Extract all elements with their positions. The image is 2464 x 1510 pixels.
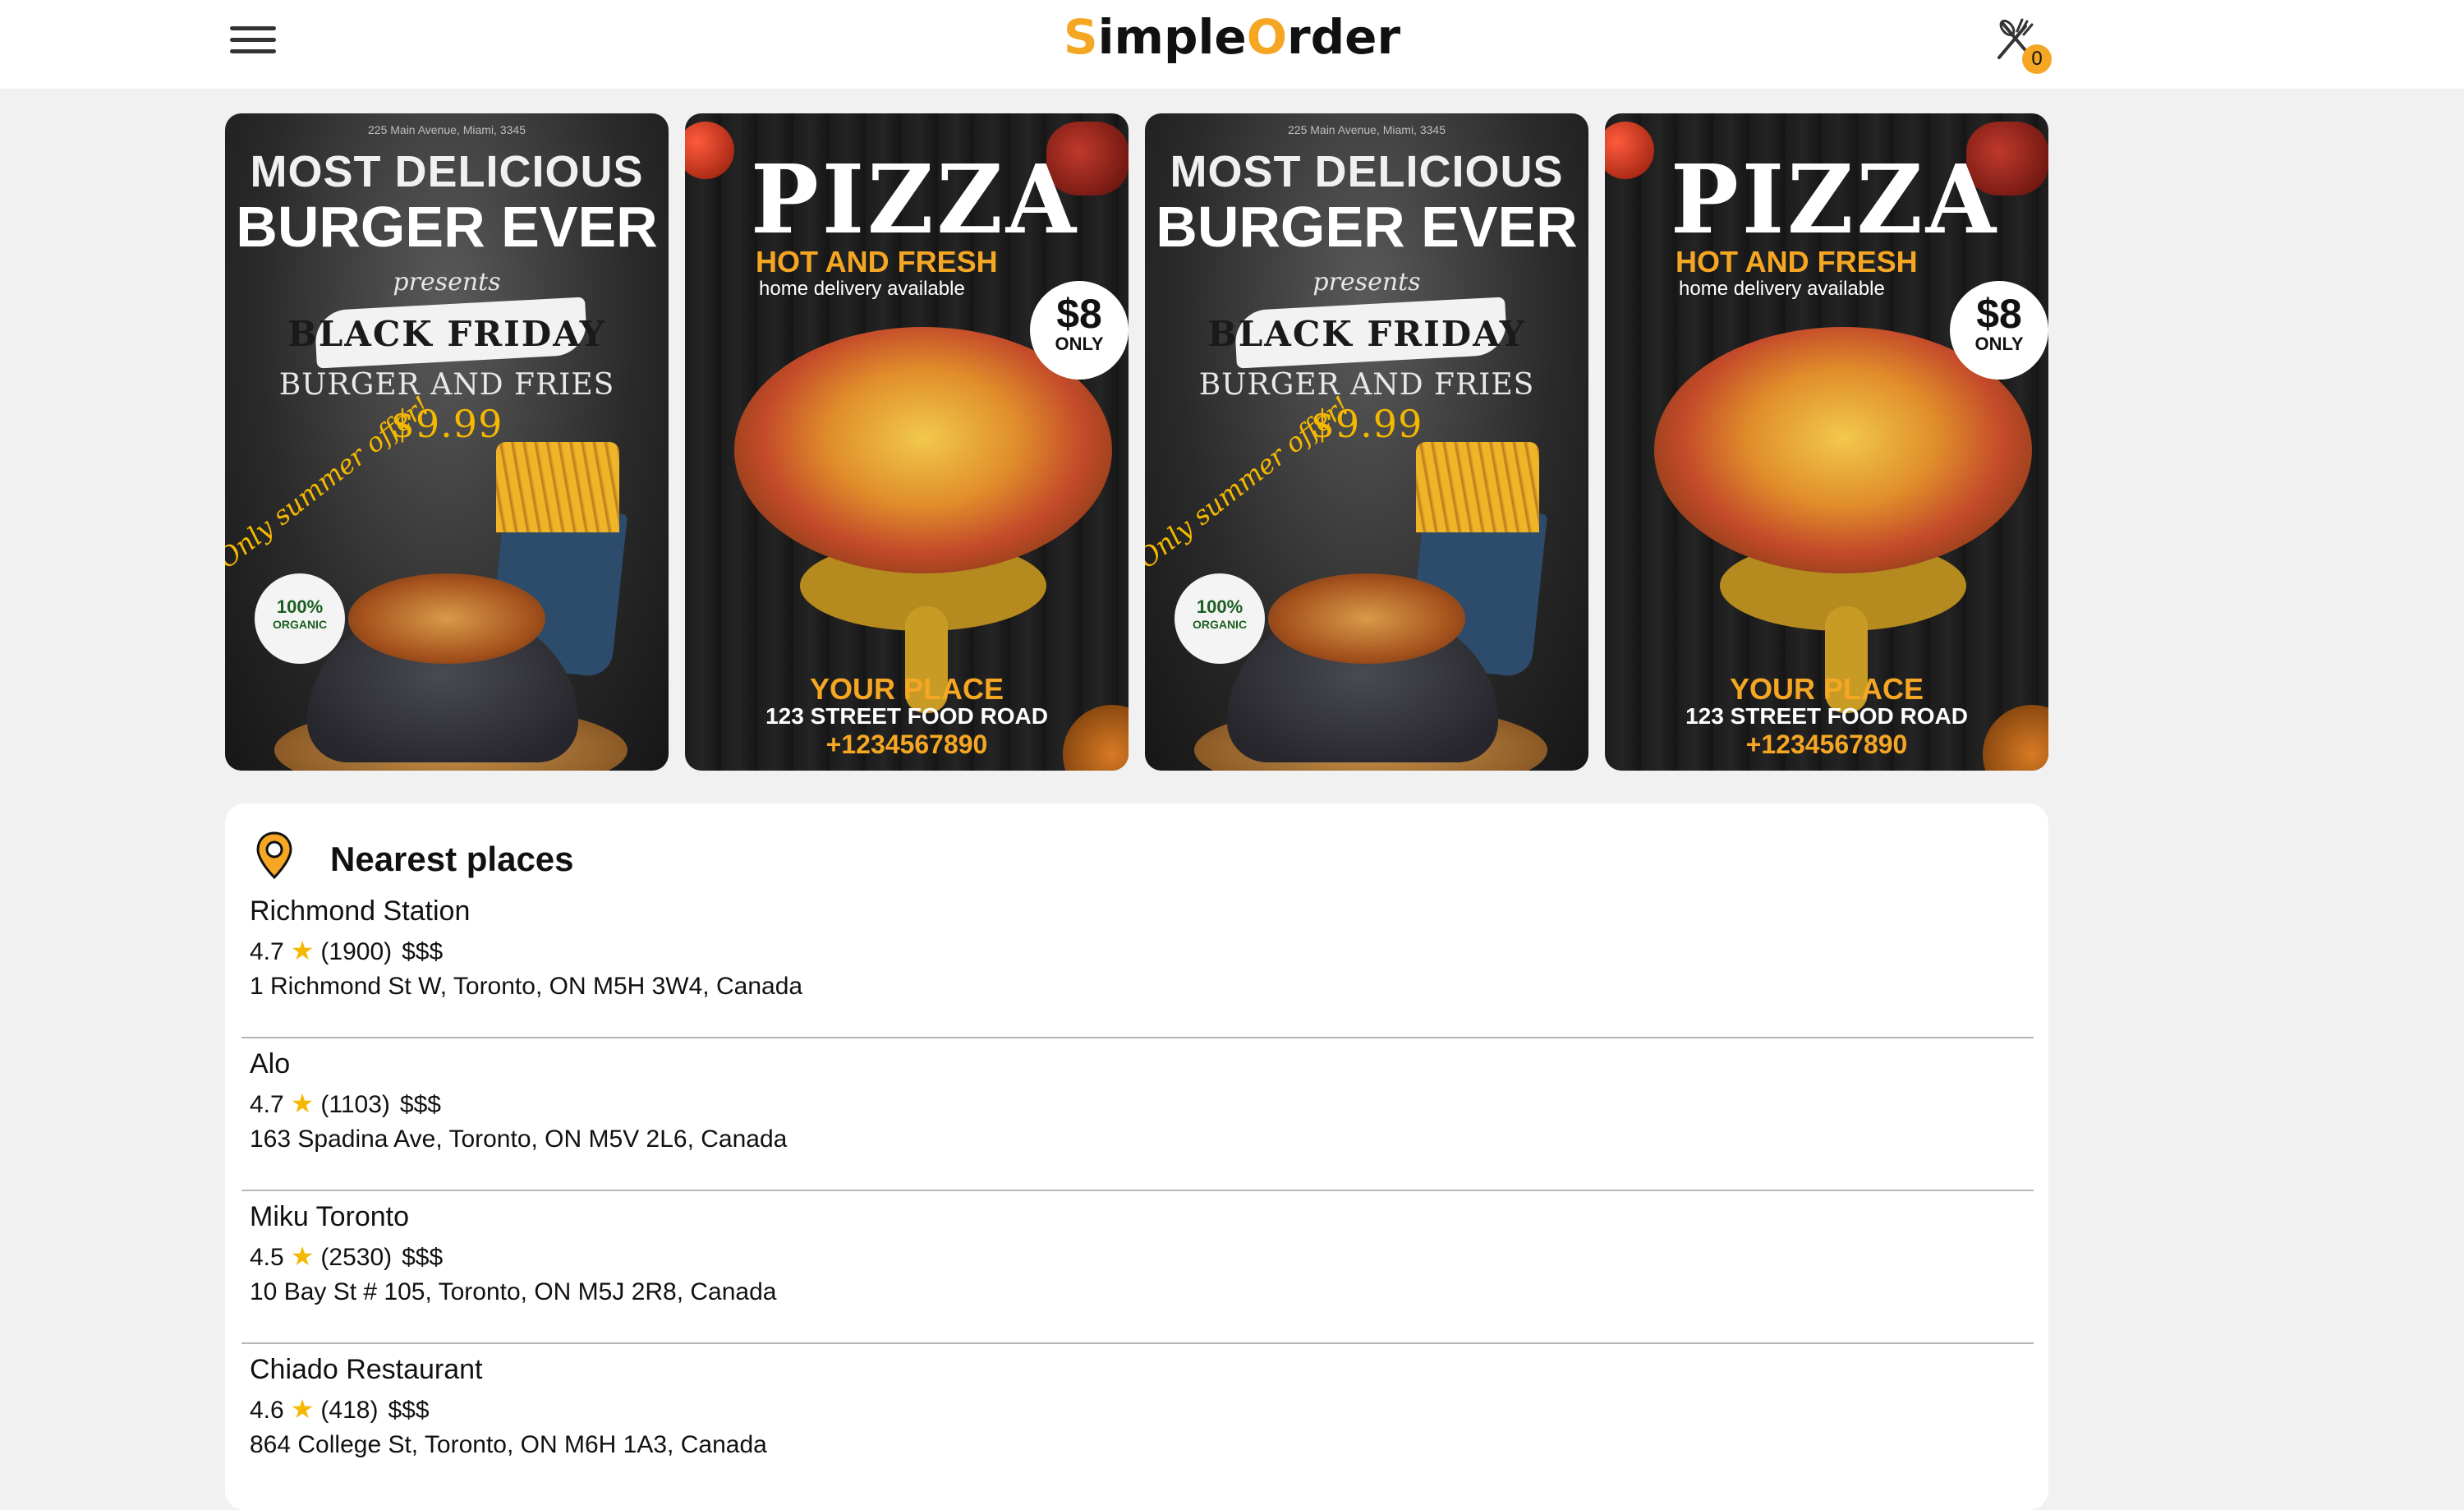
star-icon: ★ [290,1241,315,1271]
place-rating-row: 4.7 ★ (1900) $$$ [250,935,443,966]
organic-badge: 100% ORGANIC [1175,573,1265,664]
organic-label: ORGANIC [272,618,328,631]
place-address: 1 Richmond St W, Toronto, ON M5H 3W4, Ca… [250,973,803,1000]
map-pin-icon [256,831,292,880]
place-price-level: $$$ [402,1244,444,1271]
banner-event: BLACK FRIDAY [287,314,606,354]
place-price-level: $$$ [388,1397,430,1424]
price-value: $8 [1976,291,2022,337]
star-icon: ★ [290,1089,315,1118]
logo-letter-s: S [1063,9,1098,65]
banner-address: 225 Main Avenue, Miami, 3345 [1288,123,1446,136]
place-address: 10 Bay St # 105, Toronto, ON M5J 2R8, Ca… [250,1278,777,1305]
app-logo[interactable]: SimpleOrder [0,8,2464,66]
place-name: Miku Toronto [250,1201,410,1232]
organic-badge: 100% ORGANIC [255,573,345,664]
price-note: ONLY [1055,334,1104,354]
place-price-level: $$$ [399,1091,441,1118]
place-review-count: (2530) [320,1244,393,1271]
tomato-image [1605,122,1654,179]
banner-presents: presents [393,268,501,297]
order-button[interactable]: 0 [1993,15,2058,77]
place-review-count: (1900) [320,938,393,965]
place-name: YOUR PLACE [1729,672,1924,706]
burger-filling-image [1268,573,1465,664]
place-price-level: $$$ [402,938,444,965]
pizza-subtitle: home delivery available [1679,278,1885,300]
pizza-subtitle: home delivery available [759,278,965,300]
organic-percent: 100% [1196,596,1243,617]
place-item[interactable]: Alo 4.7 ★ (1103) $$$ 163 Spadina Ave, Toron… [241,1038,2034,1191]
place-rating: 4.7 [250,938,284,965]
promo-banner-pizza[interactable]: PIZZA HOT AND FRESH home delivery availa… [685,113,1129,771]
nearest-places-header: Nearest places [241,830,899,881]
promo-banner-pizza[interactable]: PIZZA HOT AND FRESH home delivery availa… [1605,113,2048,771]
place-item[interactable]: Richmond Station 4.7 ★ (1900) $$$ 1 Richmon… [241,886,2034,1038]
place-phone: +1234567890 [1745,730,1908,759]
organic-label: ORGANIC [1192,618,1248,631]
place-rating-row: 4.7 ★ (1103) $$$ [250,1088,441,1119]
price-value: $8 [1056,291,1102,337]
price-badge: $8 ONLY [1950,281,2048,380]
place-item[interactable]: Chiado Restaurant 4.6 ★ (418) $$$ 864 Colle… [241,1344,2034,1497]
place-name: Alo [250,1048,291,1080]
burger-filling-image [348,573,545,664]
logo-letter-o: O [1246,9,1288,65]
banner-event: BLACK FRIDAY [1207,314,1526,354]
place-rating: 4.6 [250,1397,284,1424]
banner-headline-1: MOST DELICIOUS [250,147,644,196]
star-icon: ★ [290,1394,315,1424]
place-rating: 4.7 [250,1091,284,1118]
organic-percent: 100% [276,596,324,617]
place-item[interactable]: Miku Toronto 4.5 ★ (2530) $$$ 10 Bay St # 1… [241,1191,2034,1344]
pizza-title: PIZZA [751,143,1080,256]
promo-banner-burger[interactable]: 225 Main Avenue, Miami, 3345 MOST DELICI… [225,113,669,771]
banner-address: 225 Main Avenue, Miami, 3345 [368,123,526,136]
logo-part-2: rder [1287,9,1401,65]
banner-headline-2: BURGER EVER [236,195,658,259]
place-review-count: (418) [320,1397,379,1424]
fries-image [1416,442,1539,532]
fries-image [496,442,619,532]
place-street: 123 STREET FOOD ROAD [1685,703,1968,729]
place-name: YOUR PLACE [809,672,1004,706]
price-badge: $8 ONLY [1030,281,1129,380]
place-name: Chiado Restaurant [250,1354,483,1385]
place-address: 163 Spadina Ave, Toronto, ON M5V 2L6, Ca… [250,1126,788,1153]
place-name: Richmond Station [250,895,471,927]
logo-part-1: imple [1097,9,1247,65]
place-rating-row: 4.5 ★ (2530) $$$ [250,1241,443,1272]
place-phone: +1234567890 [825,730,988,759]
place-rating: 4.5 [250,1244,284,1271]
banner-headline-2: BURGER EVER [1156,195,1578,259]
price-note: ONLY [1974,334,2024,354]
banner-headline-1: MOST DELICIOUS [1170,147,1564,196]
tomato-image [685,122,734,179]
cart-count-badge: 0 [2022,44,2052,74]
pizza-title: PIZZA [1671,143,2000,256]
pizza-tagline: HOT AND FRESH [1676,245,1918,279]
top-bar: SimpleOrder 0 [0,0,2464,89]
nearest-places-title: Nearest places [330,840,574,878]
place-review-count: (1103) [320,1091,390,1118]
banner-presents: presents [1312,268,1421,297]
star-icon: ★ [290,936,315,965]
nearest-places-card: Nearest places Richmond Station 4.7 ★ (190… [225,803,2048,1510]
pizza-tagline: HOT AND FRESH [756,245,998,279]
place-rating-row: 4.6 ★ (418) $$$ [250,1393,430,1425]
place-street: 123 STREET FOOD ROAD [765,703,1048,729]
place-address: 864 College St, Toronto, ON M6H 1A3, Can… [250,1431,767,1458]
promo-banner-burger[interactable]: 225 Main Avenue, Miami, 3345 MOST DELICI… [1145,113,1588,771]
